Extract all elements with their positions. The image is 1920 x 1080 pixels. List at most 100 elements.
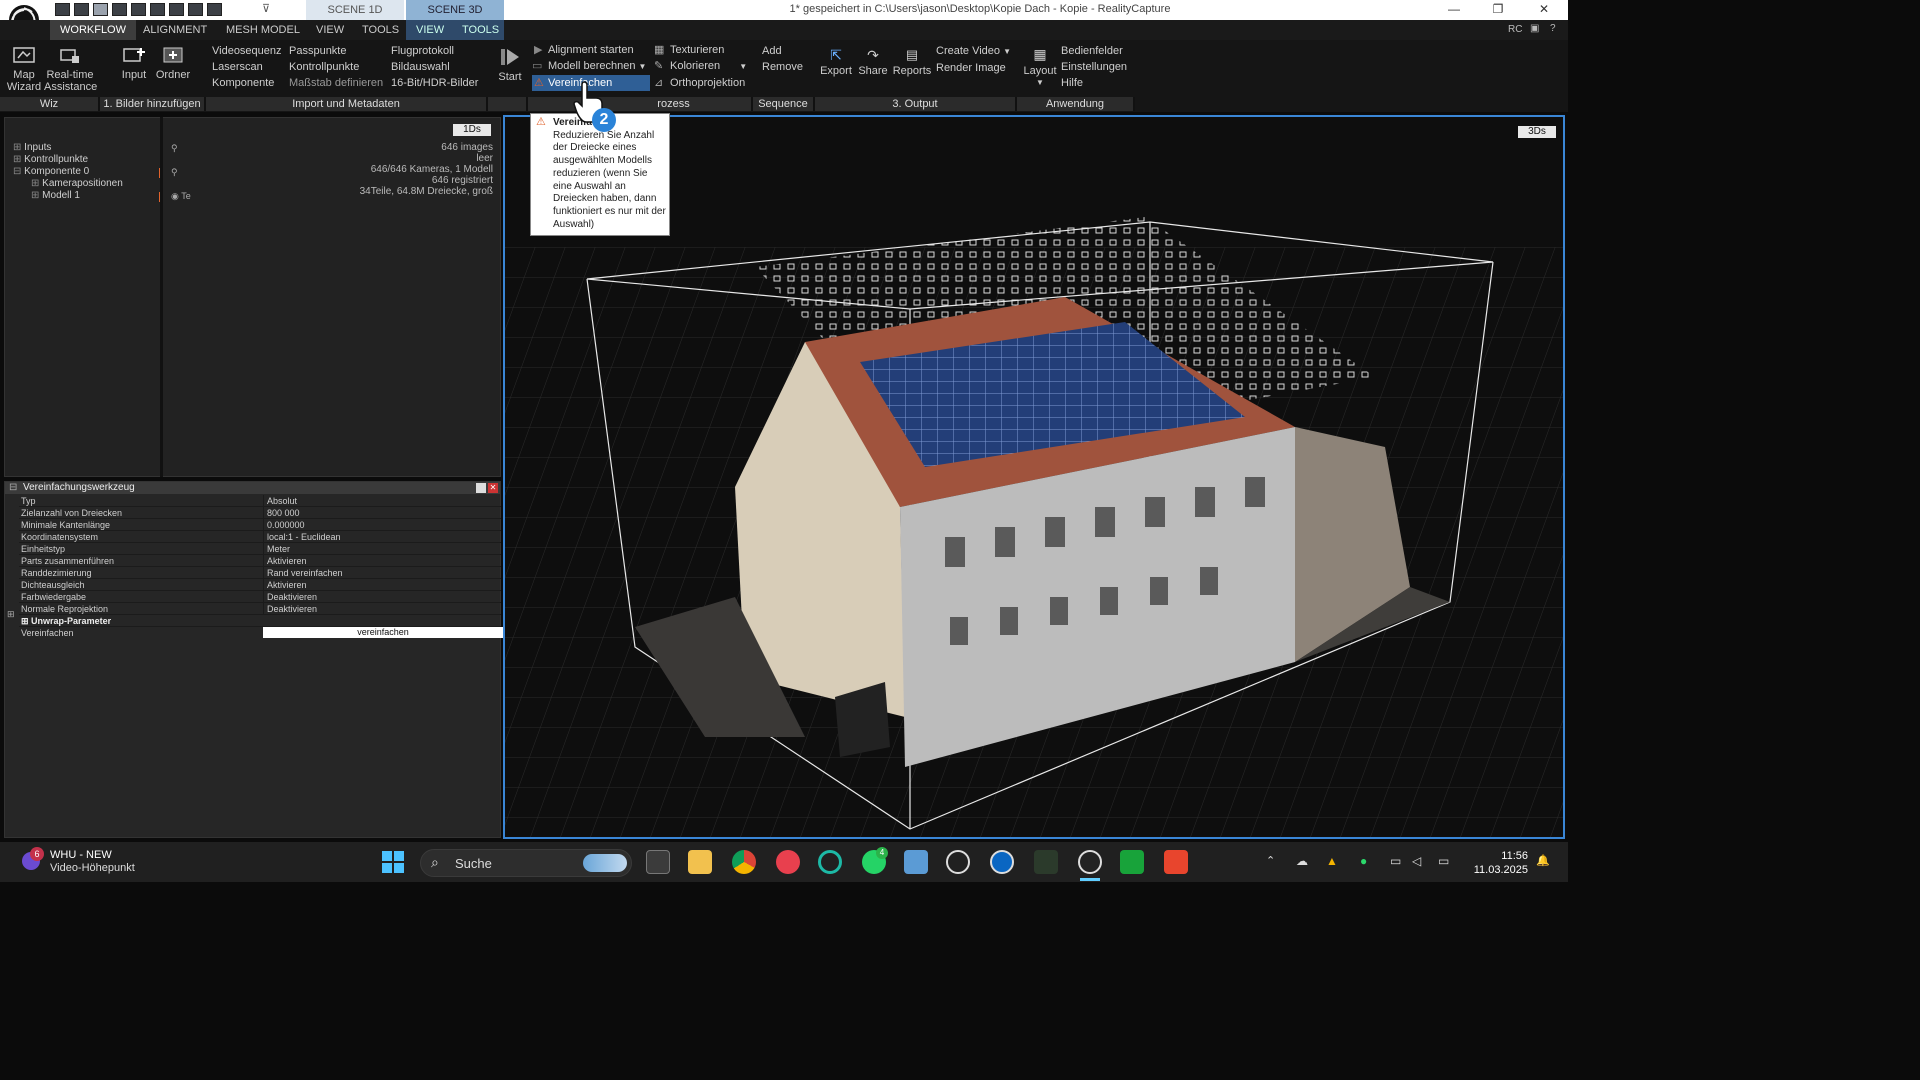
input-button[interactable]: Input [116, 44, 152, 81]
restore-button[interactable]: ❐ [1478, 2, 1518, 16]
menu-scene-tools[interactable]: TOOLS [452, 20, 504, 40]
undo-icon[interactable] [188, 3, 203, 16]
property-row[interactable]: Farbwiedergabe Deaktivieren [19, 591, 501, 603]
panel-3ds-badge[interactable]: 3Ds [1518, 126, 1556, 138]
chevron-down-icon[interactable]: ▼ [639, 62, 647, 71]
ordner-button[interactable]: Ordner [154, 44, 192, 81]
chevron-down-icon[interactable]: ▼ [1003, 47, 1011, 56]
massstab-button[interactable]: Maßstab definieren [289, 75, 383, 91]
cloud-icon[interactable]: ☁ [1296, 854, 1308, 868]
expand-icon[interactable]: ⊞ [31, 178, 42, 189]
export-button[interactable]: ⇱ Export [818, 48, 854, 77]
collapse-icon[interactable]: ⊟ [13, 166, 24, 177]
redo-icon[interactable] [207, 3, 222, 16]
tab-scene-3d[interactable]: SCENE 3D [406, 0, 504, 20]
layout-1-icon[interactable] [55, 3, 70, 16]
chevron-down-icon[interactable]: ▼ [739, 62, 747, 71]
chatgpt-icon[interactable] [946, 850, 970, 874]
file-explorer-icon[interactable] [688, 850, 712, 874]
menu-scene-view[interactable]: VIEW [406, 20, 455, 40]
bedienfelder-button[interactable]: Bedienfelder [1061, 43, 1127, 59]
volume-icon[interactable]: ◁ [1412, 854, 1421, 868]
red-app-icon[interactable] [776, 850, 800, 874]
close-button[interactable]: ✕ [1524, 2, 1564, 16]
property-row[interactable]: Minimale Kantenlänge 0.000000 [19, 519, 501, 531]
tree-item-kamerapositionen[interactable]: ⊞ Kamerapositionen [13, 178, 163, 190]
microphone-icon[interactable]: ● [1360, 854, 1367, 868]
menu-mesh-model[interactable]: MESH MODEL [216, 20, 310, 40]
start-button[interactable]: Start [494, 46, 526, 83]
property-value[interactable]: Absolut [263, 495, 501, 507]
tree-item-komponente[interactable]: ⊟ Komponente 0 [13, 166, 163, 178]
expand-icon[interactable]: ⊞ [7, 609, 15, 620]
printer-app-icon[interactable] [1034, 850, 1058, 874]
property-value[interactable]: Aktivieren [263, 555, 501, 567]
panel-1ds-badge[interactable]: 1Ds [453, 124, 491, 136]
property-row[interactable]: Einheitstyp Meter [19, 543, 501, 555]
alignment-starten-button[interactable]: ▶ Alignment starten [532, 42, 650, 58]
battery-icon[interactable]: ▭ [1438, 854, 1449, 868]
layout-3-icon[interactable] [93, 3, 108, 16]
tree-item-modell-1[interactable]: ⊞ Modell 1 [13, 190, 163, 202]
tree-column-splitter[interactable] [160, 117, 163, 477]
task-view-icon[interactable] [646, 850, 670, 874]
hilfe-button[interactable]: Hilfe [1061, 75, 1127, 91]
pin-icon[interactable]: ▣ [1530, 23, 1539, 34]
taskbar-clock[interactable]: 11:56 11.03.2025 [1466, 849, 1528, 877]
menu-view[interactable]: VIEW [306, 20, 354, 40]
tab-scene-1d[interactable]: SCENE 1D [306, 0, 404, 20]
property-row[interactable]: Randdezimierung Rand vereinfachen [19, 567, 501, 579]
laserscan-button[interactable]: Laserscan [212, 59, 282, 75]
menu-tools[interactable]: TOOLS [352, 20, 409, 40]
pin-panel-icon[interactable] [476, 483, 486, 493]
realtime-assistance-button[interactable]: Real-time Assistance [44, 44, 97, 93]
property-row[interactable]: Dichteausgleich Aktivieren [19, 579, 501, 591]
bildauswahl-button[interactable]: Bildauswahl [391, 59, 478, 75]
close-panel-icon[interactable]: ✕ [488, 483, 498, 493]
expand-icon[interactable]: ⊞ [13, 142, 24, 153]
taskbar-search[interactable]: ⌕ Suche [420, 849, 632, 877]
expand-icon[interactable]: ⊞ [21, 616, 31, 626]
chrome-icon[interactable] [732, 850, 756, 874]
property-row[interactable]: Normale Reprojektion Deaktivieren [19, 603, 501, 615]
property-row[interactable]: Koordinatensystem local:1 - Euclidean [19, 531, 501, 543]
layout-5-icon[interactable] [131, 3, 146, 16]
windows-start-icon[interactable] [382, 851, 404, 873]
kontrollpunkte-button[interactable]: Kontrollpunkte [289, 59, 383, 75]
property-value[interactable]: Aktivieren [263, 579, 501, 591]
property-value[interactable]: Deaktivieren [263, 591, 501, 603]
property-row[interactable]: Zielanzahl von Dreiecken 800 000 [19, 507, 501, 519]
komponente-button[interactable]: Komponente [212, 75, 282, 91]
tree-item-kontrollpunkte[interactable]: ⊞ Kontrollpunkte [13, 154, 163, 166]
layout-7-icon[interactable] [169, 3, 184, 16]
eye-icon[interactable]: ◉ Te [171, 190, 191, 202]
remove-button[interactable]: Remove [762, 59, 803, 75]
property-value[interactable]: local:1 - Euclidean [263, 531, 501, 543]
property-value[interactable]: 800 000 [263, 507, 501, 519]
minimize-button[interactable]: — [1434, 2, 1474, 16]
orthoprojektion-button[interactable]: ⊿ Orthoprojektion [654, 75, 747, 91]
1password-icon[interactable] [990, 850, 1014, 874]
recorder-icon[interactable] [1164, 850, 1188, 874]
passpunkte-button[interactable]: Passpunkte [289, 43, 383, 59]
flugprotokoll-button[interactable]: Flugprotokoll [391, 43, 478, 59]
network-icon[interactable]: ▭ [1390, 854, 1401, 868]
drive-icon[interactable]: ▲ [1326, 854, 1338, 868]
active-app-widget[interactable]: WHU - NEW Video-Höhepunkt [50, 849, 135, 875]
menu-alignment[interactable]: ALIGNMENT [133, 20, 217, 40]
collapse-icon[interactable]: ⊟ [9, 482, 17, 494]
layout-button[interactable]: ▦ Layout ▼ [1022, 47, 1058, 89]
property-value[interactable]: Meter [263, 543, 501, 555]
share-button[interactable]: ↷ Share [856, 48, 890, 77]
property-value[interactable]: 0.000000 [263, 519, 501, 531]
realitycapture-taskbar-icon[interactable] [1078, 850, 1102, 874]
unwrap-section-header[interactable]: ⊞ Unwrap-Parameter [19, 615, 501, 627]
quick-access-menu-icon[interactable]: ⊽ [262, 2, 270, 15]
refresh-app-icon[interactable] [818, 850, 842, 874]
notification-bell-icon[interactable]: 🔔 [1536, 854, 1550, 867]
einstellungen-button[interactable]: Einstellungen [1061, 59, 1127, 75]
menu-workflow[interactable]: WORKFLOW [50, 20, 136, 40]
videosequenz-button[interactable]: Videosequenz [212, 43, 282, 59]
map-wizard-button[interactable]: Map Wizard [4, 44, 44, 93]
property-row[interactable]: Parts zusammenführen Aktivieren [19, 555, 501, 567]
